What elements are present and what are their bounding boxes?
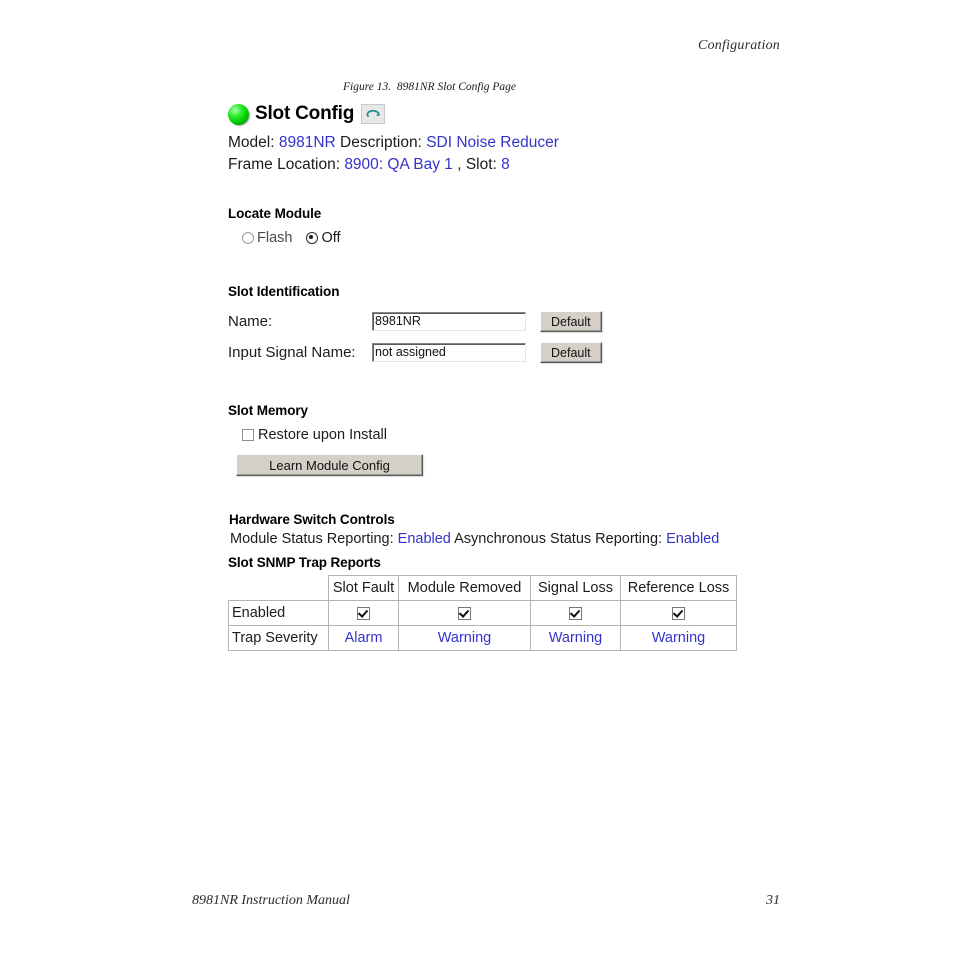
snmp-trap-reports-table: Slot Fault Module Removed Signal Loss Re…	[228, 575, 737, 651]
name-input[interactable]	[372, 312, 526, 331]
model-label: Model:	[228, 134, 275, 151]
slot-value[interactable]: 8	[501, 156, 510, 173]
table-row-enabled: Enabled	[228, 600, 737, 626]
page-title: Slot Config	[255, 103, 355, 124]
hardware-switch-controls-heading: Hardware Switch Controls	[229, 512, 395, 527]
severity-module-removed[interactable]: Warning	[398, 625, 531, 651]
description-value[interactable]: SDI Noise Reducer	[426, 134, 559, 151]
green-status-led-icon	[228, 103, 249, 125]
model-value[interactable]: 8981NR	[279, 134, 336, 151]
locate-module-heading: Locate Module	[228, 206, 322, 221]
header-cell-signal-loss: Signal Loss	[530, 575, 621, 601]
radio-flash-label: Flash	[257, 230, 293, 246]
enabled-checkbox-reference-loss-cell	[620, 600, 737, 626]
async-status-reporting-label: Asynchronous Status Reporting:	[454, 531, 663, 547]
snmp-trap-reports-heading: Slot SNMP Trap Reports	[228, 555, 381, 570]
input-signal-name-label: Input Signal Name:	[228, 344, 356, 361]
row-label-trap-severity: Trap Severity	[228, 625, 329, 651]
header-cell-blank	[228, 575, 329, 601]
header-cell-module-removed: Module Removed	[398, 575, 531, 601]
frame-location-line: Frame Location: 8900: QA Bay 1 , Slot: 8	[228, 154, 788, 176]
table-row-trap-severity: Trap Severity Alarm Warning Warning Warn…	[228, 625, 737, 651]
figure-caption: Figure 13. 8981NR Slot Config Page	[343, 81, 517, 93]
enabled-checkbox-reference-loss[interactable]	[672, 606, 685, 620]
radio-off-label: Off	[321, 230, 341, 246]
restore-upon-install-label: Restore upon Install	[258, 427, 387, 443]
header-cell-slot-fault: Slot Fault	[328, 575, 399, 601]
enabled-checkbox-module-removed[interactable]	[458, 606, 471, 620]
radio-off[interactable]	[306, 232, 319, 244]
enabled-checkbox-slot-fault[interactable]	[357, 606, 370, 620]
slot-config-screenshot: Slot Config Model: 8981NR Description: S…	[228, 100, 788, 651]
name-field-label: Name:	[228, 313, 273, 330]
footer-manual-title: 8981NR Instruction Manual	[192, 893, 350, 908]
learn-module-config-button[interactable]: Learn Module Config	[236, 454, 423, 476]
enabled-checkbox-signal-loss[interactable]	[569, 606, 582, 620]
name-default-button[interactable]: Default	[540, 311, 602, 332]
async-status-reporting-value[interactable]: Enabled	[666, 531, 719, 547]
slot-memory-heading: Slot Memory	[228, 403, 308, 418]
slot-label: , Slot:	[457, 156, 497, 173]
module-status-reporting-label: Module Status Reporting:	[230, 531, 394, 547]
table-header-row: Slot Fault Module Removed Signal Loss Re…	[228, 575, 737, 601]
radio-flash[interactable]	[242, 232, 254, 244]
severity-signal-loss[interactable]: Warning	[530, 625, 621, 651]
input-signal-name-field-row: Input Signal Name: Default	[228, 342, 788, 363]
footer-page-number: 31	[766, 893, 780, 908]
header-cell-reference-loss: Reference Loss	[620, 575, 737, 601]
status-reporting-line: Module Status Reporting: Enabled Asynchr…	[228, 531, 788, 547]
module-status-reporting-value[interactable]: Enabled	[398, 531, 451, 547]
panel-title-row: Slot Config	[228, 100, 788, 128]
input-signal-name-default-button[interactable]: Default	[540, 342, 602, 363]
slot-identification-heading: Slot Identification	[228, 284, 340, 299]
restore-upon-install-row: Restore upon Install	[228, 427, 788, 443]
severity-slot-fault[interactable]: Alarm	[328, 625, 399, 651]
enabled-checkbox-module-removed-cell	[398, 600, 531, 626]
severity-reference-loss[interactable]: Warning	[620, 625, 737, 651]
model-description-line: Model: 8981NR Description: SDI Noise Red…	[228, 132, 788, 154]
restore-upon-install-checkbox[interactable]	[242, 429, 254, 441]
enabled-checkbox-slot-fault-cell	[328, 600, 399, 626]
locate-module-radio-group: Flash Off	[228, 230, 788, 246]
frame-location-label: Frame Location:	[228, 156, 340, 173]
row-label-enabled: Enabled	[228, 600, 329, 626]
refresh-icon[interactable]	[361, 104, 386, 124]
name-field-row: Name: Default	[228, 311, 788, 332]
enabled-checkbox-signal-loss-cell	[530, 600, 621, 626]
description-label: Description:	[340, 134, 422, 151]
input-signal-name-input[interactable]	[372, 343, 526, 362]
page-header-configuration: Configuration	[698, 38, 780, 53]
frame-location-value[interactable]: 8900: QA Bay 1	[344, 156, 453, 173]
